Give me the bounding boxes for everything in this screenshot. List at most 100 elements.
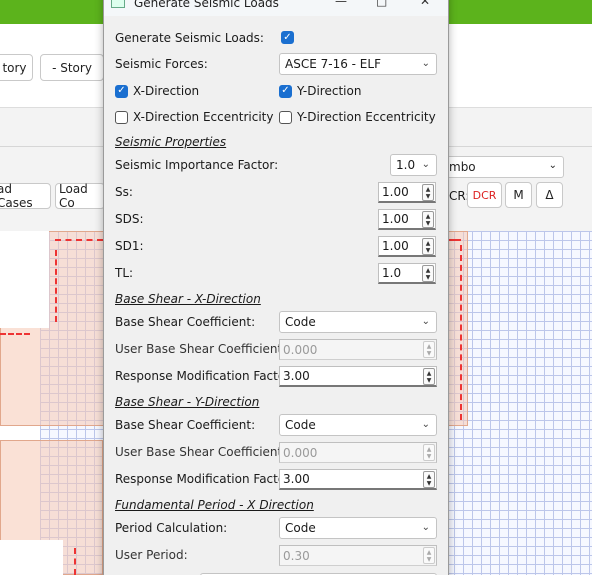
x-direction-checkbox[interactable]: ✓: [115, 84, 128, 98]
period-x-calc-row: Period Calculation:: [115, 518, 227, 538]
base-shear-y-coef-value: Code: [285, 418, 316, 432]
sds-input[interactable]: 1.00 ▲ ▼: [378, 209, 436, 230]
seismic-forces-row: Seismic Forces:: [115, 54, 208, 74]
chevron-down-icon: ⌄: [421, 419, 430, 430]
sd1-row: SD1:: [115, 236, 144, 256]
period-x-user-input: 0.30 ▲ ▼: [279, 545, 437, 566]
base-shear-x-heading: Base Shear - X-Direction: [115, 292, 261, 306]
beam-line: [460, 245, 462, 420]
spin-arrows-icon: ▲ ▼: [423, 444, 435, 461]
beam-line: [74, 548, 76, 575]
seismic-forces-label: Seismic Forces:: [115, 57, 208, 71]
app-icon: [111, 0, 125, 8]
x-direction-label: X-Direction: [133, 84, 200, 98]
importance-label: Seismic Importance Factor:: [115, 158, 279, 172]
load-combo-select-value: mbo: [449, 160, 476, 174]
dialog-title-bar: Generate Seismic Loads — □ ✕: [104, 0, 448, 16]
load-combo-select[interactable]: mbo ⌄: [446, 156, 564, 178]
base-shear-y-coef-label: Base Shear Coefficient:: [115, 418, 256, 432]
base-shear-y-rmf-input[interactable]: 3.00 ▲ ▼: [279, 469, 437, 490]
chevron-down-icon: ⌄: [421, 522, 430, 533]
load-cases-tab[interactable]: ad Cases: [0, 182, 51, 210]
ss-value: 1.00: [382, 185, 409, 199]
ss-input[interactable]: 1.00 ▲ ▼: [378, 182, 436, 203]
close-icon[interactable]: ✕: [420, 0, 430, 8]
base-shear-x-rmf-value: 3.00: [283, 369, 310, 383]
base-shear-y-user-label: User Base Shear Coefficient:: [115, 445, 287, 459]
seismic-forces-value: ASCE 7-16 - ELF: [285, 57, 381, 71]
base-shear-y-rmf-value: 3.00: [283, 472, 310, 486]
deflection-button-label: Δ: [545, 188, 554, 202]
beam-line: [449, 239, 461, 241]
base-shear-x-rmf-input[interactable]: 3.00 ▲ ▼: [279, 366, 437, 387]
story-button[interactable]: tory: [0, 54, 33, 81]
base-shear-x-coef-label: Base Shear Coefficient:: [115, 315, 256, 329]
x-eccentricity-checkbox[interactable]: [115, 110, 128, 124]
base-shear-y-coef-select[interactable]: Code ⌄: [279, 414, 437, 436]
spin-arrows-icon[interactable]: ▲ ▼: [422, 238, 434, 255]
base-shear-x-coef-select[interactable]: Code ⌄: [279, 311, 437, 333]
importance-row: Seismic Importance Factor:: [115, 155, 278, 175]
spin-arrows-icon[interactable]: ▲ ▼: [423, 471, 435, 488]
beam-line: [55, 250, 57, 322]
tl-input[interactable]: 1.0 ▲ ▼: [378, 263, 436, 284]
importance-select[interactable]: 1.0 ⌄: [390, 154, 437, 176]
load-cases-label: ad Cases: [0, 182, 33, 210]
x-eccentricity-row[interactable]: X-Direction Eccentricity: [115, 107, 273, 127]
base-shear-y-rmf-label: Response Modification Factor:: [115, 472, 294, 486]
base-shear-x-user-input: 0.000 ▲ ▼: [279, 339, 437, 360]
tl-label: TL:: [115, 266, 134, 280]
period-x-calc-value: Code: [285, 521, 316, 535]
tl-row: TL:: [115, 263, 133, 283]
seismic-forces-select[interactable]: ASCE 7-16 - ELF ⌄: [279, 53, 437, 75]
period-x-user-label: User Period:: [115, 548, 188, 562]
generate-checkbox[interactable]: ✓: [281, 31, 294, 44]
dcr-button[interactable]: DCR: [467, 182, 502, 208]
chevron-down-icon: ⌄: [421, 316, 430, 327]
base-shear-y-user-row: User Base Shear Coefficient:: [115, 442, 286, 462]
y-eccentricity-row[interactable]: Y-Direction Eccentricity: [279, 107, 436, 127]
x-eccentricity-label: X-Direction Eccentricity: [133, 110, 274, 124]
minus-story-button[interactable]: - Story: [40, 54, 104, 81]
sd1-value: 1.00: [382, 239, 409, 253]
y-eccentricity-label: Y-Direction Eccentricity: [297, 110, 436, 124]
period-x-user-value: 0.30: [283, 548, 310, 563]
base-shear-y-rmf-row: Response Modification Factor:: [115, 469, 294, 489]
deflection-button[interactable]: Δ: [536, 182, 563, 208]
sd1-label: SD1:: [115, 239, 144, 253]
tl-value: 1.0: [382, 266, 402, 280]
importance-value: 1.0: [396, 158, 416, 172]
period-x-calc-select[interactable]: Code ⌄: [279, 517, 437, 539]
sd1-input[interactable]: 1.00 ▲ ▼: [378, 236, 436, 257]
maximize-icon[interactable]: □: [376, 0, 387, 8]
moment-button[interactable]: M: [505, 182, 532, 208]
base-shear-x-coef-value: Code: [285, 315, 316, 329]
y-eccentricity-checkbox[interactable]: [279, 110, 292, 124]
spin-arrows-icon: ▲ ▼: [423, 547, 435, 564]
dcr-button-label: DCR: [472, 188, 497, 202]
x-direction-row[interactable]: ✓ X-Direction: [115, 81, 199, 101]
spin-arrows-icon[interactable]: ▲ ▼: [422, 265, 434, 282]
ss-row: Ss:: [115, 182, 133, 202]
base-shear-y-coef-row: Base Shear Coefficient:: [115, 415, 255, 435]
story-button-label: tory: [2, 60, 27, 75]
y-direction-label: Y-Direction: [297, 84, 362, 98]
opening-region-lower: [0, 540, 63, 575]
minus-story-button-label: - Story: [52, 60, 92, 75]
base-shear-x-rmf-row: Response Modification Factor:: [115, 366, 294, 386]
y-direction-checkbox[interactable]: ✓: [279, 84, 292, 98]
dialog-title: Generate Seismic Loads: [134, 0, 279, 10]
chevron-down-icon: ⌄: [421, 159, 430, 170]
chevron-down-icon: ⌄: [421, 58, 430, 69]
load-combos-tab[interactable]: Load Co: [55, 182, 105, 210]
period-x-calc-label: Period Calculation:: [115, 521, 228, 535]
spin-arrows-icon[interactable]: ▲ ▼: [422, 184, 434, 201]
spin-arrows-icon: ▲ ▼: [423, 341, 435, 358]
minimize-icon[interactable]: —: [335, 0, 347, 8]
spin-arrows-icon[interactable]: ▲ ▼: [423, 368, 435, 385]
generate-seismic-loads-dialog: Generate Seismic Loads — □ ✕ Generate Se…: [103, 0, 449, 575]
spin-arrows-icon[interactable]: ▲ ▼: [422, 211, 434, 228]
sds-row: SDS:: [115, 209, 144, 229]
y-direction-row[interactable]: ✓ Y-Direction: [279, 81, 361, 101]
opening-region: [0, 231, 49, 328]
